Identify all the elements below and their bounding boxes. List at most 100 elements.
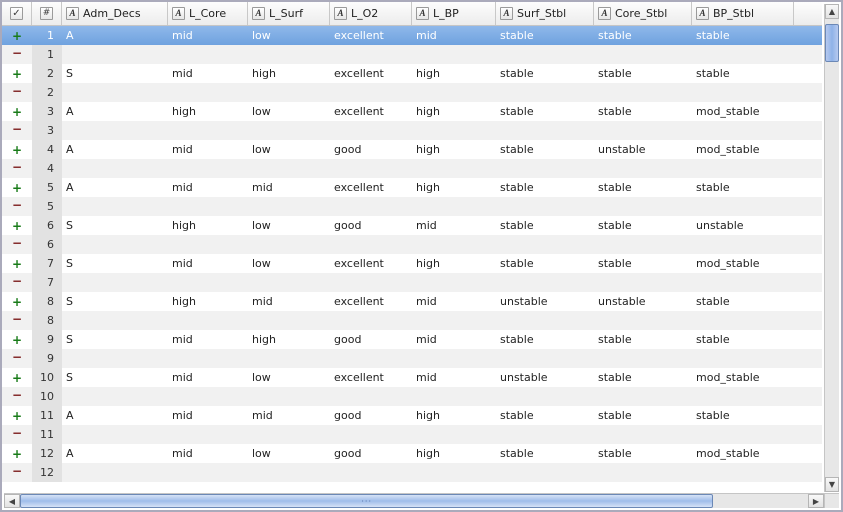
cell-l_core[interactable]: mid [168,447,248,460]
cell-l_o2[interactable]: excellent [330,257,412,270]
table-row[interactable]: −1 [2,45,822,64]
cell-adm_decs[interactable]: A [62,447,168,460]
scroll-up-button[interactable]: ▲ [825,4,839,19]
cell-l_surf[interactable]: low [248,257,330,270]
table-row[interactable]: +2Smidhighexcellenthighstablestablestabl… [2,64,822,83]
cell-l_bp[interactable]: high [412,257,496,270]
collapse-minus-icon[interactable]: − [2,277,32,289]
row-number[interactable]: 10 [32,387,62,406]
row-number[interactable]: 8 [32,292,62,311]
cell-bp_stbl[interactable]: stable [692,295,794,308]
cell-core_stbl[interactable]: stable [594,447,692,460]
cell-surf_stbl[interactable]: stable [496,219,594,232]
table-row[interactable]: −10 [2,387,822,406]
cell-surf_stbl[interactable]: stable [496,105,594,118]
cell-l_core[interactable]: mid [168,143,248,156]
expand-plus-icon[interactable]: + [2,144,32,156]
cell-l_bp[interactable]: high [412,143,496,156]
cell-l_surf[interactable]: mid [248,295,330,308]
table-row[interactable]: +12Amidlowgoodhighstablestablemod_stable [2,444,822,463]
cell-l_o2[interactable]: good [330,219,412,232]
table-row[interactable]: −4 [2,159,822,178]
table-row[interactable]: +10Smidlowexcellentmidunstablestablemod_… [2,368,822,387]
cell-adm_decs[interactable]: S [62,67,168,80]
row-number[interactable]: 10 [32,368,62,387]
table-row[interactable]: +4Amidlowgoodhighstableunstablemod_stabl… [2,140,822,159]
expand-plus-icon[interactable]: + [2,372,32,384]
row-number[interactable]: 5 [32,178,62,197]
column-header-adm-decs[interactable]: Adm_Decs [62,2,168,25]
cell-l_bp[interactable]: mid [412,295,496,308]
cell-core_stbl[interactable]: stable [594,409,692,422]
cell-l_o2[interactable]: excellent [330,181,412,194]
collapse-minus-icon[interactable]: − [2,163,32,175]
table-row[interactable]: +5Amidmidexcellenthighstablestablestable [2,178,822,197]
expand-plus-icon[interactable]: + [2,182,32,194]
column-header-surf-stbl[interactable]: Surf_Stbl [496,2,594,25]
scroll-down-button[interactable]: ▼ [825,477,839,492]
row-number[interactable]: 11 [32,406,62,425]
cell-l_core[interactable]: high [168,219,248,232]
expand-plus-icon[interactable]: + [2,220,32,232]
cell-l_bp[interactable]: high [412,409,496,422]
cell-adm_decs[interactable]: A [62,409,168,422]
cell-l_o2[interactable]: excellent [330,67,412,80]
expand-plus-icon[interactable]: + [2,334,32,346]
cell-core_stbl[interactable]: stable [594,333,692,346]
row-number[interactable]: 6 [32,216,62,235]
table-row[interactable]: −6 [2,235,822,254]
cell-l_core[interactable]: mid [168,371,248,384]
cell-l_core[interactable]: mid [168,181,248,194]
cell-l_core[interactable]: mid [168,333,248,346]
cell-l_core[interactable]: high [168,105,248,118]
cell-l_o2[interactable]: good [330,447,412,460]
column-header-l-o2[interactable]: L_O2 [330,2,412,25]
cell-bp_stbl[interactable]: stable [692,409,794,422]
table-row[interactable]: −11 [2,425,822,444]
cell-surf_stbl[interactable]: stable [496,181,594,194]
cell-core_stbl[interactable]: stable [594,371,692,384]
cell-l_core[interactable]: mid [168,29,248,42]
table-row[interactable]: +7Smidlowexcellenthighstablestablemod_st… [2,254,822,273]
table-row[interactable]: −2 [2,83,822,102]
expand-plus-icon[interactable]: + [2,30,32,42]
cell-core_stbl[interactable]: stable [594,105,692,118]
cell-core_stbl[interactable]: unstable [594,295,692,308]
cell-surf_stbl[interactable]: stable [496,409,594,422]
cell-core_stbl[interactable]: stable [594,181,692,194]
row-number[interactable]: 7 [32,254,62,273]
cell-surf_stbl[interactable]: unstable [496,295,594,308]
cell-l_surf[interactable]: low [248,29,330,42]
column-header-checkbox[interactable] [2,2,32,25]
cell-core_stbl[interactable]: unstable [594,143,692,156]
cell-l_core[interactable]: mid [168,67,248,80]
cell-surf_stbl[interactable]: stable [496,447,594,460]
cell-l_surf[interactable]: mid [248,409,330,422]
row-number[interactable]: 12 [32,444,62,463]
row-number[interactable]: 2 [32,64,62,83]
expand-plus-icon[interactable]: + [2,68,32,80]
cell-core_stbl[interactable]: stable [594,29,692,42]
row-number[interactable]: 1 [32,45,62,64]
row-number[interactable]: 8 [32,311,62,330]
collapse-minus-icon[interactable]: − [2,391,32,403]
cell-l_o2[interactable]: excellent [330,29,412,42]
cell-bp_stbl[interactable]: unstable [692,219,794,232]
row-number[interactable]: 9 [32,349,62,368]
cell-adm_decs[interactable]: S [62,295,168,308]
table-row[interactable]: −3 [2,121,822,140]
table-row[interactable]: +9Smidhighgoodmidstablestablestable [2,330,822,349]
column-header-core-stbl[interactable]: Core_Stbl [594,2,692,25]
cell-l_bp[interactable]: high [412,67,496,80]
cell-bp_stbl[interactable]: stable [692,29,794,42]
row-number[interactable]: 3 [32,102,62,121]
row-number[interactable]: 4 [32,140,62,159]
expand-plus-icon[interactable]: + [2,448,32,460]
cell-l_o2[interactable]: excellent [330,295,412,308]
cell-l_surf[interactable]: low [248,371,330,384]
cell-adm_decs[interactable]: A [62,105,168,118]
cell-surf_stbl[interactable]: stable [496,143,594,156]
column-header-l-surf[interactable]: L_Surf [248,2,330,25]
cell-l_bp[interactable]: high [412,105,496,118]
expand-plus-icon[interactable]: + [2,410,32,422]
